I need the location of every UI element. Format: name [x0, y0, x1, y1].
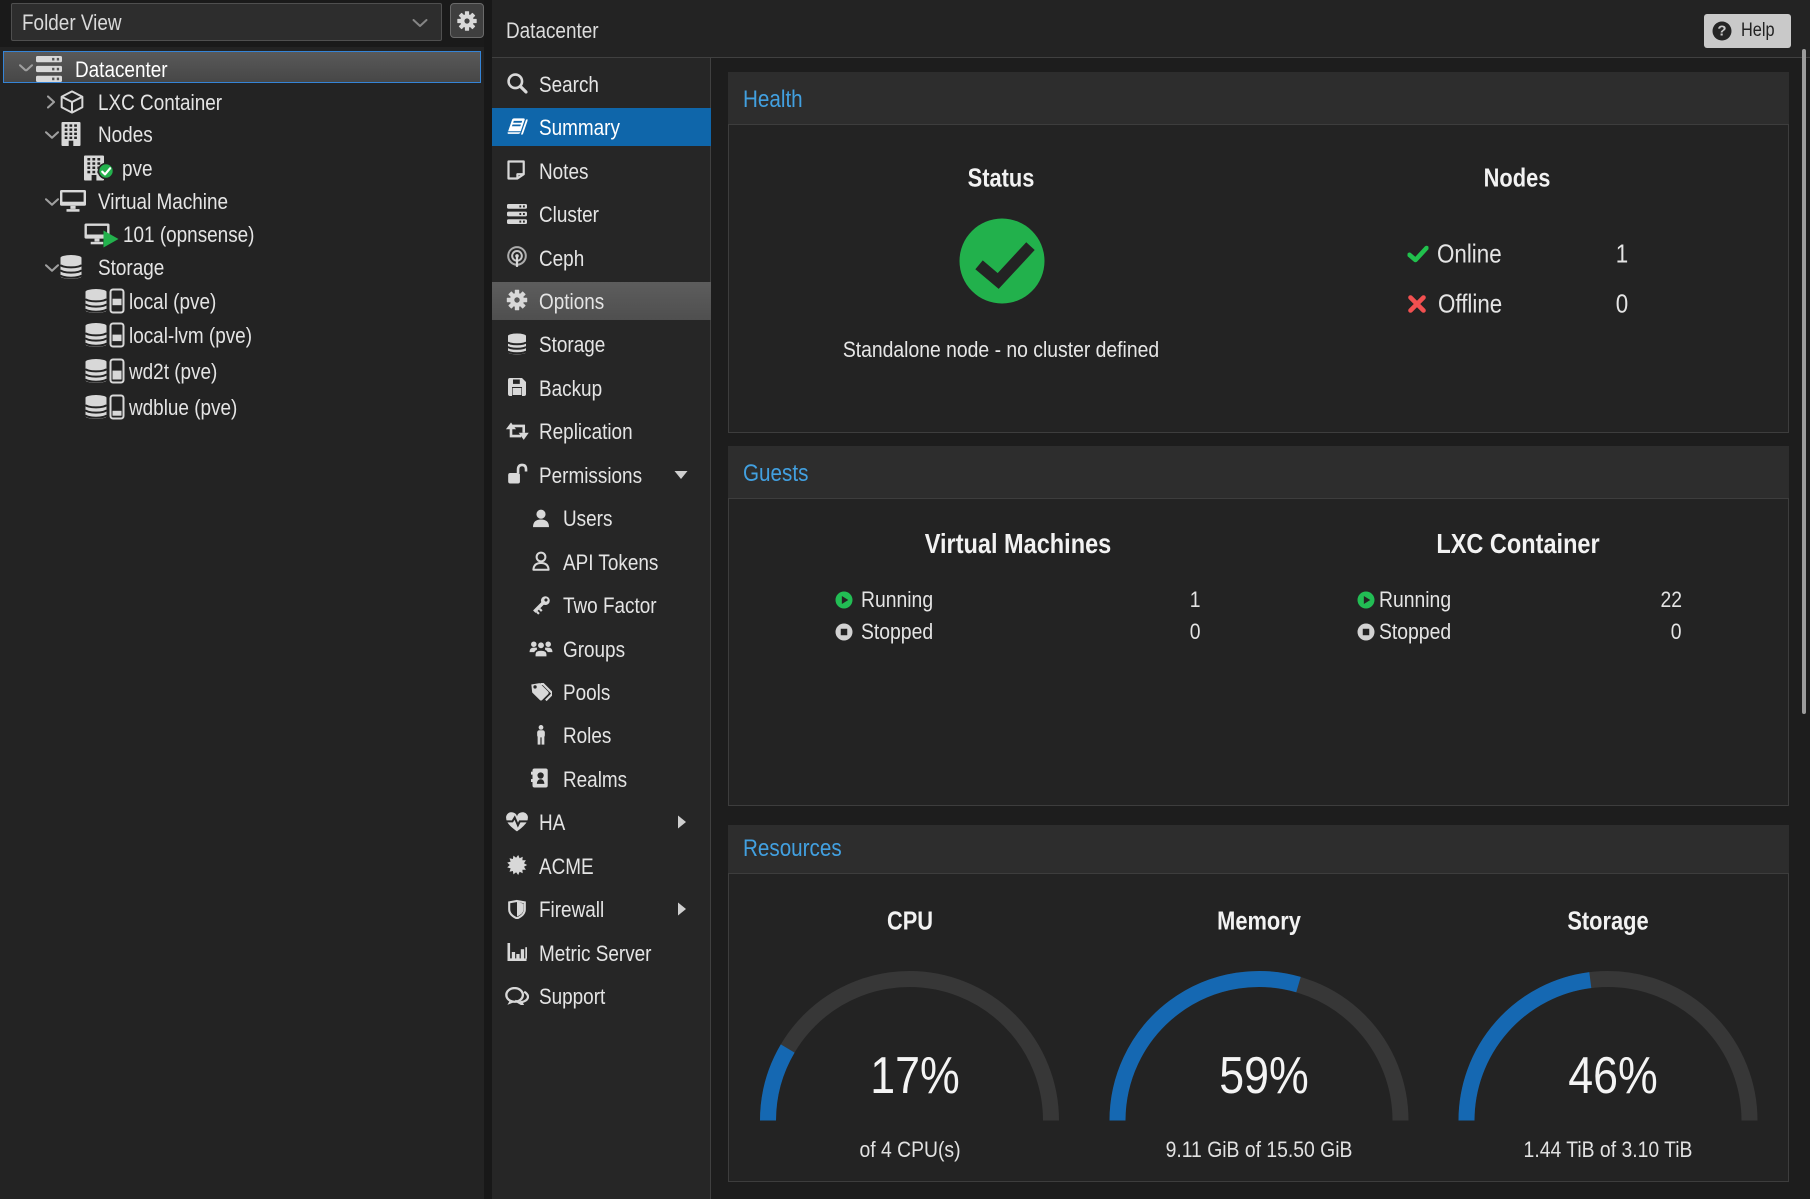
- svg-text:?: ?: [1717, 23, 1726, 40]
